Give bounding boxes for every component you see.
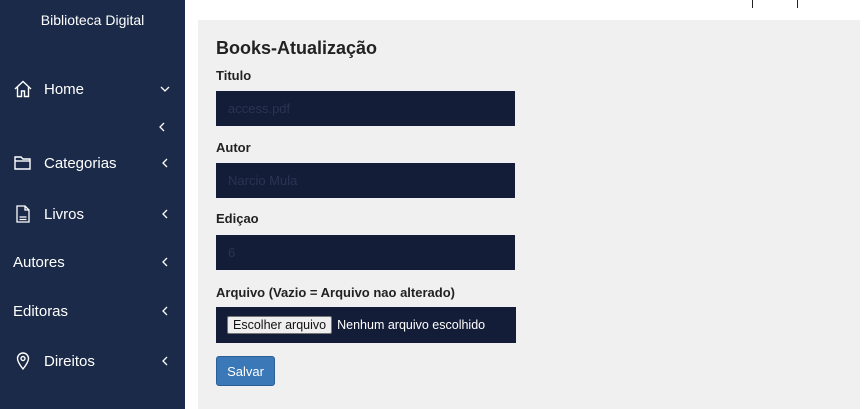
chevron-left-icon <box>159 355 171 367</box>
choose-file-button[interactable]: Escolher arquivo <box>227 316 333 334</box>
autor-input[interactable] <box>216 163 515 198</box>
topbar-divider <box>797 0 798 8</box>
sidebar-item-label: Livros <box>44 205 85 223</box>
sidebar-item-livros[interactable]: Livros <box>0 198 185 230</box>
sidebar-item-categorias[interactable]: Categorias <box>0 147 185 179</box>
sidebar-item-label: Autores <box>13 253 65 271</box>
save-button[interactable]: Salvar <box>216 356 275 386</box>
main-content: Books-Atualização Titulo Autor Ediçao Ar… <box>198 20 860 409</box>
chevron-left-icon <box>159 208 171 220</box>
sidebar-item-label: Editoras <box>13 302 69 320</box>
edicao-label: Ediçao <box>216 211 259 226</box>
collapse-chevron-icon[interactable] <box>155 120 169 134</box>
file-input[interactable]: Escolher arquivo Nenhum arquivo escolhid… <box>216 307 516 343</box>
page-title: Books-Atualização <box>216 38 378 58</box>
chevron-down-icon <box>159 83 171 95</box>
top-bar <box>185 0 867 20</box>
edicao-input[interactable] <box>216 235 515 270</box>
chevron-left-icon <box>159 157 171 169</box>
file-status: Nenhum arquivo escolhido <box>337 318 486 332</box>
location-pin-icon <box>12 350 34 372</box>
home-icon <box>12 78 34 100</box>
pdf-file-icon <box>12 203 34 225</box>
folder-icon <box>12 152 34 174</box>
arquivo-label: Arquivo (Vazio = Arquivo nao alterado) <box>216 285 455 300</box>
sidebar-item-autores[interactable]: Autores <box>0 246 185 278</box>
sidebar: Biblioteca Digital Home Categorias Livro… <box>0 0 185 409</box>
chevron-left-icon <box>159 305 171 317</box>
sidebar-item-direitos[interactable]: Direitos <box>0 345 185 377</box>
brand-title[interactable]: Biblioteca Digital <box>0 12 185 28</box>
sidebar-item-label: Categorias <box>44 154 117 172</box>
sidebar-item-editoras[interactable]: Editoras <box>0 295 185 327</box>
sidebar-item-label: Home <box>44 80 85 98</box>
topbar-divider <box>752 0 753 8</box>
sidebar-item-label: Direitos <box>44 352 95 370</box>
sidebar-item-home[interactable]: Home <box>0 73 185 105</box>
titulo-label: Titulo <box>216 68 252 83</box>
autor-label: Autor <box>216 140 251 155</box>
chevron-left-icon <box>159 256 171 268</box>
titulo-input[interactable] <box>216 91 515 126</box>
